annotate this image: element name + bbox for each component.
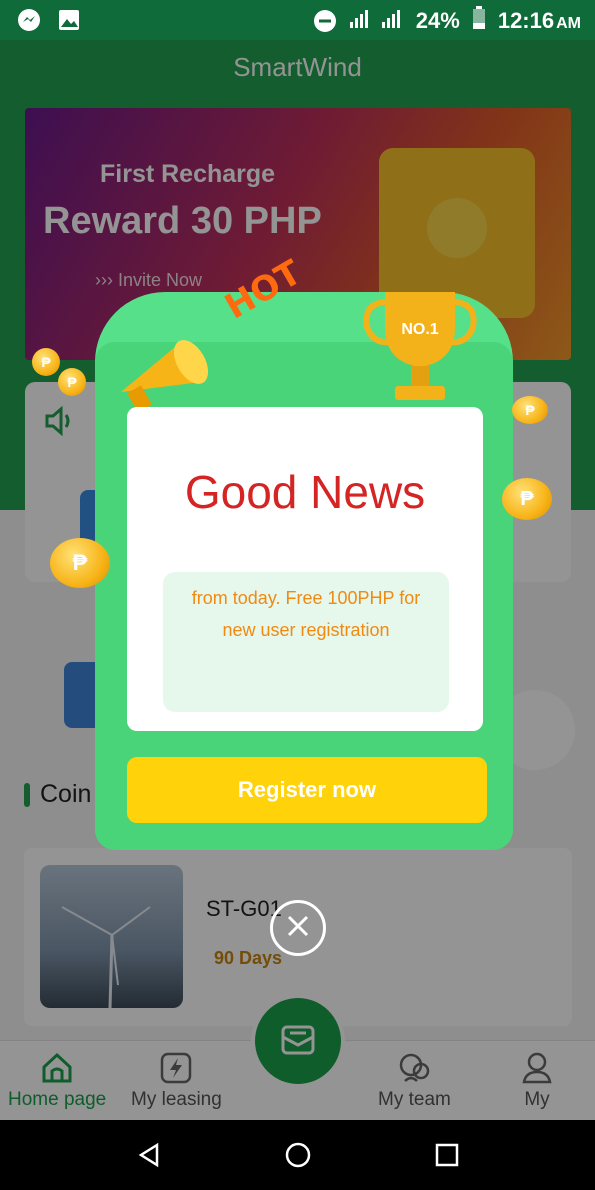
home-button[interactable]: [283, 1140, 313, 1170]
coin-icon: ₱: [502, 478, 552, 520]
recents-button[interactable]: [432, 1140, 462, 1170]
popup-message: from today. Free 100PHP for new user reg…: [191, 588, 421, 640]
promo-popup: HOT NO.1 Good News from today. Free 100P…: [95, 253, 513, 852]
coin-icon: ₱: [58, 368, 86, 396]
back-icon: [138, 1142, 159, 1168]
recents-icon: [435, 1143, 459, 1167]
battery-icon: [472, 6, 486, 36]
trophy-icon: NO.1: [345, 282, 495, 417]
close-popup-button[interactable]: [270, 900, 326, 956]
do-not-disturb-icon: [312, 8, 338, 34]
clock-ampm: AM: [556, 15, 581, 32]
popup-message-box: from today. Free 100PHP for new user reg…: [163, 572, 449, 712]
popup-content-card: Good News from today. Free 100PHP for ne…: [127, 407, 483, 731]
signal-icon: [349, 6, 404, 36]
status-bar: 24% 12:16 AM: [0, 0, 595, 40]
messenger-icon: [16, 7, 42, 33]
back-button[interactable]: [134, 1140, 164, 1170]
coin-icon: ₱: [50, 538, 110, 588]
circle-home-icon: [285, 1142, 311, 1168]
clock-time: 12:16: [497, 8, 555, 33]
gallery-icon: [56, 7, 82, 33]
close-icon: [284, 912, 312, 945]
battery-percent: 24%: [415, 8, 460, 33]
android-nav-bar: [0, 1120, 595, 1190]
coin-icon: ₱: [512, 396, 548, 424]
popup-title: Good News: [184, 466, 426, 518]
coin-icon: ₱: [32, 348, 60, 376]
clock: 12:16 AM: [498, 8, 581, 34]
trophy-label: NO.1: [401, 321, 438, 338]
register-now-button[interactable]: Register now: [127, 757, 487, 823]
